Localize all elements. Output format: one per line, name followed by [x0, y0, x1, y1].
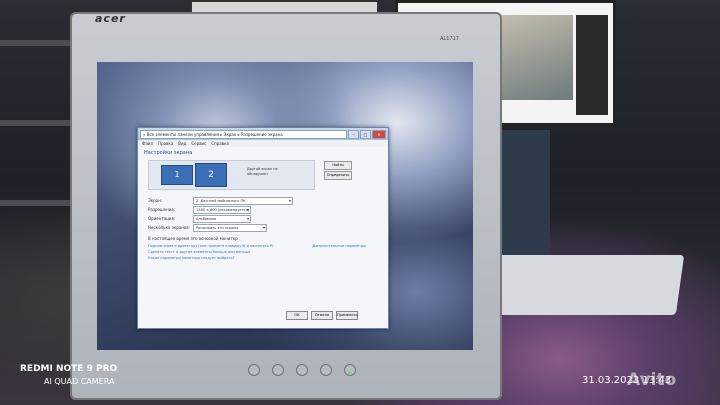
close-button[interactable]: ✕: [372, 129, 386, 139]
resolution-label: Разрешение:: [148, 207, 176, 212]
multiple-displays-row: Несколько экранов: Расширить эти экраны: [148, 223, 382, 232]
multiple-displays-label: Несколько экранов:: [148, 225, 190, 230]
avito-watermark: Avito: [627, 370, 677, 390]
apply-button[interactable]: Применить: [336, 311, 358, 320]
identify-button[interactable]: Определить: [324, 171, 352, 180]
breadcrumb[interactable]: « Все элементы панели управления ▸ Экран…: [140, 129, 347, 139]
maximize-button[interactable]: □: [360, 129, 371, 139]
display-select[interactable]: 2. Дисплей мобильного ПК: [193, 196, 293, 205]
laptop-base: [475, 255, 685, 315]
main-display-note: В настоящее время это основной монитор: [148, 236, 238, 241]
orientation-row: Ориентация: Альбомная: [148, 214, 382, 223]
video-sidebar: [576, 15, 608, 115]
window-content: Настройки экрана 1 2 Другой экран не обн…: [138, 147, 388, 328]
resolution-select[interactable]: 1280 × 800 (рекомендуется): [193, 205, 251, 214]
hw-button[interactable]: [248, 364, 260, 376]
display-2-icon[interactable]: 2: [195, 163, 227, 187]
menu-bar: Файл Правка Вид Сервис Справка: [138, 140, 388, 147]
display-1-icon[interactable]: 1: [161, 165, 193, 185]
cancel-button[interactable]: Отмена: [311, 311, 333, 320]
detect-hint: Другой экран не обнаружен: [247, 167, 278, 176]
title-bar: « Все элементы панели управления ▸ Экран…: [138, 128, 388, 140]
orientation-label: Ориентация:: [148, 216, 176, 221]
resolution-row: Разрешение: 1280 × 800 (рекомендуется): [148, 205, 382, 214]
advanced-settings-link[interactable]: Дополнительные параметры: [312, 244, 366, 248]
monitor-brand-logo: acer: [95, 12, 126, 25]
camera-watermark-model: REDMI NOTE 9 PRO: [20, 364, 118, 374]
monitor-screen: « Все элементы панели управления ▸ Экран…: [97, 62, 473, 350]
menu-file[interactable]: Файл: [142, 140, 153, 147]
display-label: Экран:: [148, 198, 163, 203]
display-row: Экран: 2. Дисплей мобильного ПК: [148, 196, 382, 205]
hw-button[interactable]: [320, 364, 332, 376]
screen-resolution-window: « Все элементы панели управления ▸ Экран…: [137, 127, 389, 329]
power-led: [348, 371, 351, 374]
ok-button[interactable]: ОК: [286, 311, 308, 320]
camera-watermark-ai: AI QUAD CAMERA: [44, 377, 115, 386]
menu-edit[interactable]: Правка: [158, 140, 173, 147]
dialog-buttons: ОК Отмена Применить: [286, 311, 358, 320]
find-button[interactable]: Найти: [324, 161, 352, 170]
menu-help[interactable]: Справка: [211, 140, 229, 147]
monitor-model-label: AL1717: [440, 36, 459, 42]
orientation-select[interactable]: Альбомная: [193, 214, 251, 223]
monitor-hardware-buttons: [248, 364, 356, 376]
minimize-button[interactable]: –: [348, 129, 359, 139]
display-arrangement: 1 2 Другой экран не обнаружен: [148, 160, 315, 190]
hw-button[interactable]: [296, 364, 308, 376]
multiple-displays-select[interactable]: Расширить эти экраны: [193, 223, 267, 232]
hw-button[interactable]: [272, 364, 284, 376]
which-settings-link[interactable]: Какие параметры монитора следует выбрать…: [148, 255, 382, 261]
menu-tools[interactable]: Сервис: [191, 140, 206, 147]
power-button[interactable]: [344, 364, 356, 376]
page-title: Настройки экрана: [144, 150, 193, 156]
menu-view[interactable]: Вид: [178, 140, 186, 147]
